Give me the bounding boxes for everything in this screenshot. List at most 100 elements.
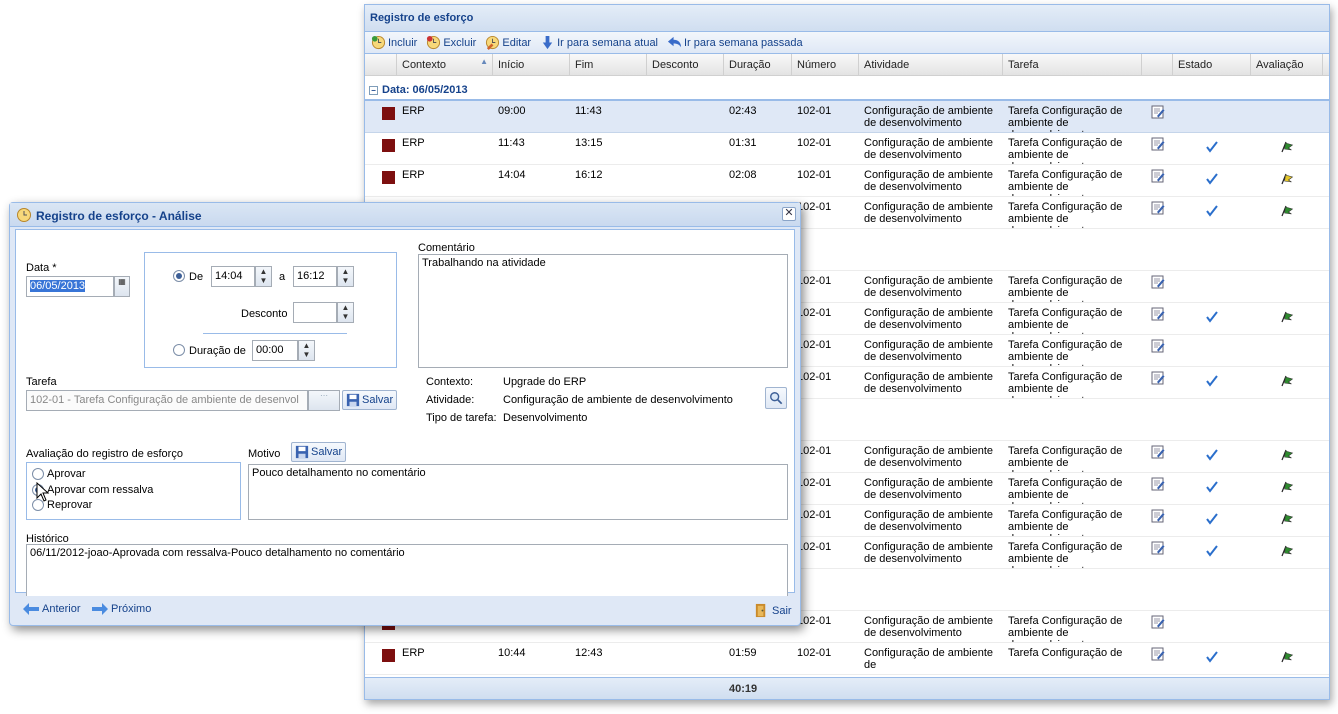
cell-avaliacao xyxy=(1251,367,1323,398)
cell-tarefa: Tarefa Configuração de ambiente de desen… xyxy=(1008,201,1123,228)
table-row[interactable]: ERP 09:00 11:43 02:43 102-01 Configuração de … xyxy=(365,101,1329,133)
cell-avaliacao xyxy=(1251,611,1323,642)
edit-note-icon[interactable] xyxy=(1151,201,1165,215)
flag-green-icon xyxy=(1281,205,1294,217)
grid-toolbar: Incluir Excluir Editar Ir para semana at… xyxy=(365,32,1329,54)
column-duracao[interactable]: Duração xyxy=(724,54,792,75)
a-stepper[interactable]: ▲ ▼ xyxy=(337,266,354,287)
edit-note-icon[interactable] xyxy=(1151,647,1165,661)
next-button[interactable]: Próximo xyxy=(92,603,151,615)
group-header[interactable]: − Data: 06/05/2013 xyxy=(365,76,1329,101)
calendar-icon[interactable]: ▦ xyxy=(114,276,130,297)
cell-numero: 102-01 xyxy=(797,307,832,319)
tarefa-field[interactable]: 102-01 - Tarefa Configuração de ambiente… xyxy=(26,390,308,411)
edit-note-icon[interactable] xyxy=(1151,275,1165,289)
edit-note-icon[interactable] xyxy=(1151,615,1165,629)
column-numero[interactable]: Número xyxy=(792,54,859,75)
cell-estado xyxy=(1173,335,1251,366)
tarefa-lookup-button[interactable]: ⋯ xyxy=(308,390,340,411)
cell-estado xyxy=(1173,271,1251,302)
close-icon[interactable]: ✕ xyxy=(782,207,796,221)
cell-estado xyxy=(1173,165,1251,196)
column-estado[interactable]: Estado xyxy=(1173,54,1251,75)
column-desconto[interactable]: Desconto xyxy=(647,54,724,75)
edit-note-icon[interactable] xyxy=(1151,105,1165,119)
cell-tarefa: Tarefa Configuração de ambiente de desen… xyxy=(1008,615,1123,642)
flag-green-icon xyxy=(1281,141,1294,153)
collapse-icon[interactable]: − xyxy=(369,86,378,95)
edit-note-icon[interactable] xyxy=(1151,445,1165,459)
cell-edit xyxy=(1142,611,1173,642)
edit-note-icon[interactable] xyxy=(1151,339,1165,353)
cell-numero: 102-01 xyxy=(797,509,832,521)
cell-edit xyxy=(1142,101,1173,132)
table-row[interactable]: ERP 10:44 12:43 01:59 102-01 Configuração de … xyxy=(365,643,1329,675)
desconto-field[interactable] xyxy=(293,302,337,323)
table-row[interactable]: ERP 14:04 16:12 02:08 102-01 Configuração de … xyxy=(365,165,1329,197)
a-time-field[interactable]: 16:12 xyxy=(293,266,337,287)
edit-note-icon[interactable] xyxy=(1151,137,1165,151)
de-time-field[interactable]: 14:04 xyxy=(211,266,255,287)
column-fim[interactable]: Fim xyxy=(570,54,647,75)
previous-button[interactable]: Anterior xyxy=(23,603,81,615)
column-edit[interactable] xyxy=(1142,54,1173,75)
aprovar-ressalva-label: Aprovar com ressalva xyxy=(47,484,154,496)
clock-edit-icon xyxy=(486,35,500,50)
duracao-field[interactable]: 00:00 xyxy=(252,340,298,361)
motivo-save-button[interactable]: Salvar xyxy=(291,442,347,462)
edit-note-icon[interactable] xyxy=(1151,509,1165,523)
contexto-value: Upgrade do ERP xyxy=(503,376,587,388)
column-tarefa[interactable]: Tarefa xyxy=(1003,54,1142,75)
cell-estado xyxy=(1173,611,1251,642)
edit-note-icon[interactable] xyxy=(1151,169,1165,183)
desconto-stepper[interactable]: ▲ ▼ xyxy=(337,302,354,323)
edit-note-icon[interactable] xyxy=(1151,477,1165,491)
motivo-label: Motivo xyxy=(248,448,281,460)
cell-atividade: Configuração de ambiente de desenvolvime… xyxy=(864,275,994,299)
context-color-marker xyxy=(382,139,395,152)
exit-button[interactable]: Sair xyxy=(754,603,792,618)
cell-numero: 102-01 xyxy=(797,275,832,287)
include-button[interactable]: Incluir xyxy=(371,35,417,50)
cell-atividade: Configuração de ambiente de desenvolvime… xyxy=(864,137,994,161)
context-color-marker xyxy=(382,171,395,184)
column-atividade[interactable]: Atividade xyxy=(859,54,1003,75)
grid-summary-row: 40:19 xyxy=(365,677,1329,699)
edit-button[interactable]: Editar xyxy=(485,35,531,50)
table-row[interactable]: ERP 11:43 13:15 01:31 102-01 Configuração de … xyxy=(365,133,1329,165)
comentario-field[interactable]: Trabalhando na atividade xyxy=(418,254,788,368)
edit-note-icon[interactable] xyxy=(1151,541,1165,555)
motivo-field[interactable]: Pouco detalhamento no comentário xyxy=(248,464,788,520)
current-week-button[interactable]: Ir para semana atual xyxy=(540,35,658,50)
radio-de[interactable] xyxy=(173,270,185,282)
last-week-button[interactable]: Ir para semana passada xyxy=(667,35,803,50)
duracao-stepper[interactable]: ▲ ▼ xyxy=(298,340,315,361)
clock-add-icon xyxy=(371,35,386,50)
cell-numero: 102-01 xyxy=(797,371,832,383)
column-inicio[interactable]: Início xyxy=(493,54,570,75)
edit-note-icon[interactable] xyxy=(1151,371,1165,385)
save-icon xyxy=(295,445,309,459)
historico-field[interactable]: 06/11/2012-joao-Aprovada com ressalva-Po… xyxy=(26,544,788,596)
edit-note-icon[interactable] xyxy=(1151,307,1165,321)
de-stepper[interactable]: ▲ ▼ xyxy=(255,266,272,287)
data-label: Data * xyxy=(26,262,57,274)
cell-estado xyxy=(1173,133,1251,164)
cell-inicio: 14:04 xyxy=(498,169,526,181)
data-field[interactable]: 06/05/2013 xyxy=(26,276,114,297)
cell-numero: 102-01 xyxy=(797,339,832,351)
cell-tarefa: Tarefa Configuração de ambiente de desen… xyxy=(1008,169,1123,196)
cell-edit xyxy=(1142,197,1173,228)
search-button[interactable] xyxy=(765,387,787,409)
radio-duracao[interactable] xyxy=(173,344,185,356)
cell-fim: 16:12 xyxy=(575,169,603,181)
cell-numero: 102-01 xyxy=(797,541,832,553)
column-contexto[interactable]: Contexto ▲ xyxy=(397,54,493,75)
tarefa-save-button[interactable]: Salvar xyxy=(342,390,398,410)
flag-yellow-icon xyxy=(1281,173,1294,185)
column-avaliacao[interactable]: Avaliação xyxy=(1251,54,1323,75)
dialog-footer: Anterior Próximo Sair xyxy=(10,591,800,625)
radio-aprovar[interactable] xyxy=(32,468,44,480)
delete-button[interactable]: Excluir xyxy=(426,35,476,50)
cell-numero: 102-01 xyxy=(797,201,832,213)
